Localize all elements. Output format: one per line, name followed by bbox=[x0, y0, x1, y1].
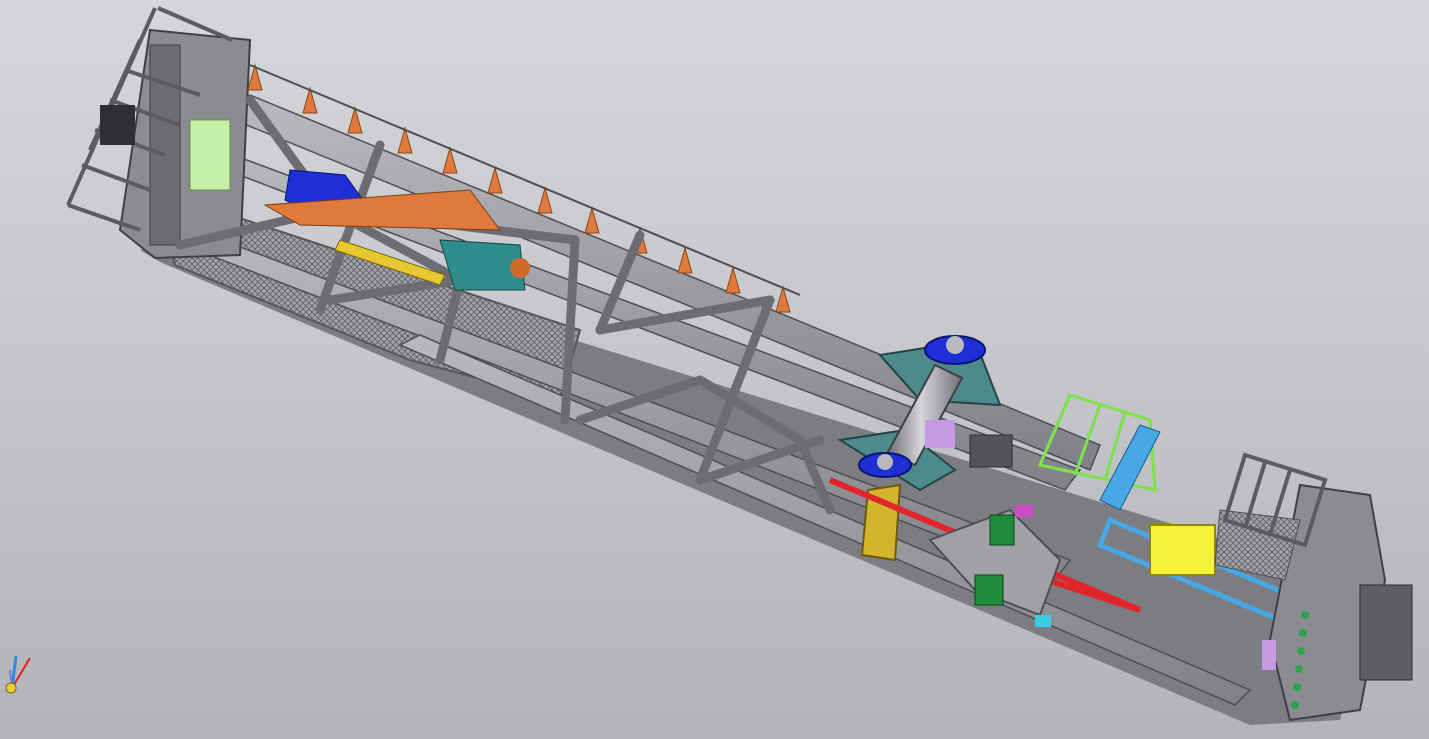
upper-bearing-hub bbox=[946, 336, 964, 354]
rear-panel-light-green bbox=[189, 119, 231, 191]
front-dark-housing bbox=[1359, 584, 1413, 681]
bright-yellow-box bbox=[1149, 524, 1216, 576]
violet-bracket bbox=[925, 420, 955, 448]
violet-panel-front bbox=[1262, 640, 1276, 670]
drilling-mast-3d-model[interactable] bbox=[0, 0, 1429, 739]
origin-sphere bbox=[5, 682, 17, 694]
green-block-upper bbox=[989, 514, 1015, 546]
3d-viewport[interactable] bbox=[0, 0, 1429, 739]
rear-dark-box bbox=[100, 105, 135, 145]
green-block bbox=[974, 574, 1004, 606]
dark-junction-box bbox=[969, 434, 1013, 468]
lower-bearing-hub bbox=[877, 454, 893, 470]
magenta-tab bbox=[1015, 505, 1033, 517]
axis-triad-icon bbox=[5, 655, 31, 694]
orange-motor bbox=[510, 258, 530, 278]
cyan-tab bbox=[1035, 615, 1051, 627]
rear-end-plate bbox=[149, 44, 181, 246]
